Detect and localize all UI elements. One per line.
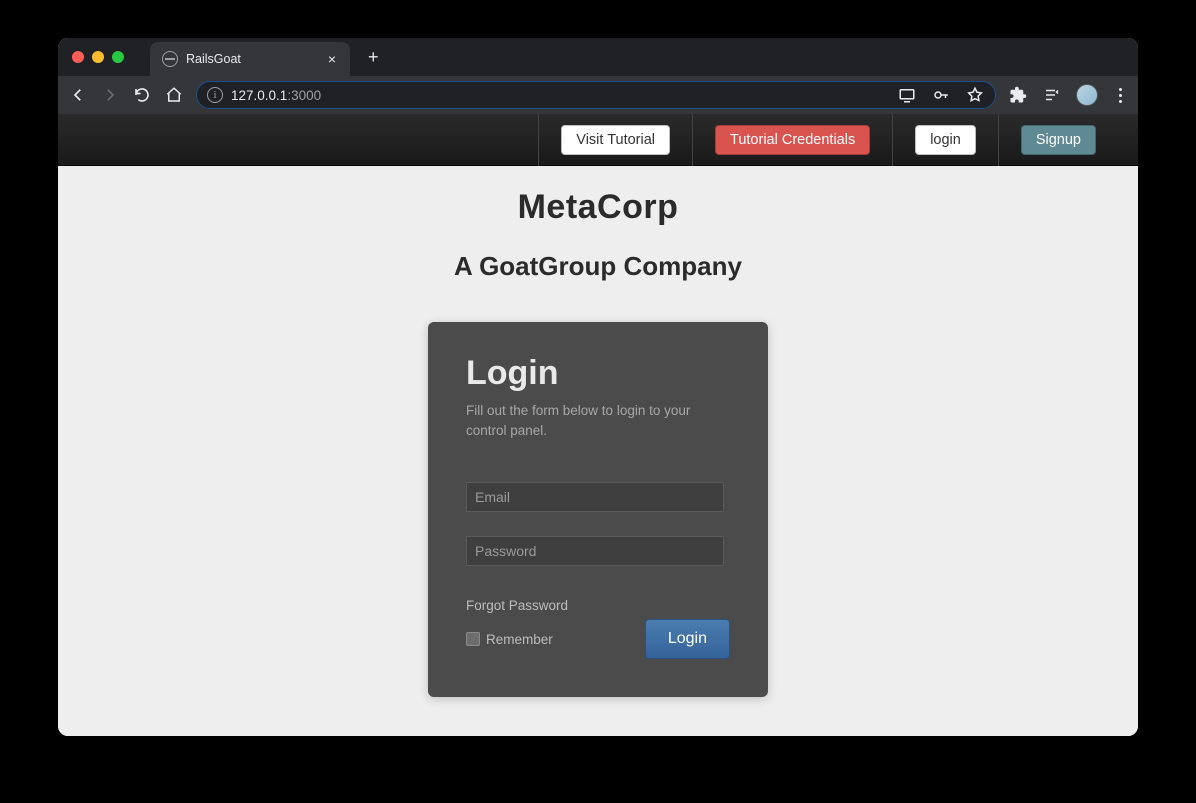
- remember-text: Remember: [486, 632, 553, 647]
- page-viewport: Visit Tutorial Tutorial Credentials logi…: [58, 114, 1138, 736]
- home-button[interactable]: [164, 85, 184, 105]
- login-heading: Login: [466, 354, 730, 393]
- remember-label[interactable]: Remember: [466, 632, 553, 647]
- signup-nav-button[interactable]: Signup: [1021, 125, 1096, 155]
- profile-avatar[interactable]: [1076, 84, 1098, 106]
- site-nav: Visit Tutorial Tutorial Credentials logi…: [58, 114, 1138, 166]
- extensions-icon[interactable]: [1008, 85, 1028, 105]
- company-title: MetaCorp: [58, 188, 1138, 227]
- nav-slot: login: [892, 114, 998, 166]
- close-icon[interactable]: ×: [326, 51, 338, 67]
- window-maximize-icon[interactable]: [112, 51, 124, 63]
- hero: MetaCorp A GoatGroup Company: [58, 166, 1138, 282]
- tab-title: RailsGoat: [186, 52, 241, 66]
- address-bar[interactable]: i 127.0.0.1:3000: [196, 81, 996, 109]
- back-button[interactable]: [68, 85, 88, 105]
- company-subtitle: A GoatGroup Company: [58, 251, 1138, 282]
- nav-slot: Signup: [998, 114, 1118, 166]
- device-cast-icon[interactable]: [897, 85, 917, 105]
- bookmark-star-icon[interactable]: [965, 85, 985, 105]
- visit-tutorial-button[interactable]: Visit Tutorial: [561, 125, 670, 155]
- window-minimize-icon[interactable]: [92, 51, 104, 63]
- tutorial-credentials-button[interactable]: Tutorial Credentials: [715, 125, 870, 155]
- forward-button[interactable]: [100, 85, 120, 105]
- login-card: Login Fill out the form below to login t…: [428, 322, 768, 697]
- reload-button[interactable]: [132, 85, 152, 105]
- new-tab-button[interactable]: +: [358, 47, 389, 68]
- remember-checkbox[interactable]: [466, 632, 480, 646]
- forgot-password-link[interactable]: Forgot Password: [466, 598, 730, 613]
- url-host: 127.0.0.1: [231, 88, 287, 103]
- login-bottom-row: Remember Login: [466, 619, 730, 659]
- url-text: 127.0.0.1:3000: [231, 88, 321, 103]
- site-info-icon[interactable]: i: [207, 87, 223, 103]
- login-submit-button[interactable]: Login: [645, 619, 730, 659]
- globe-icon: [162, 51, 178, 67]
- browser-window: RailsGoat × + i 127.0.0.1:3000: [58, 38, 1138, 736]
- browser-toolbar: i 127.0.0.1:3000: [58, 76, 1138, 114]
- login-nav-button[interactable]: login: [915, 125, 976, 155]
- password-field[interactable]: [466, 536, 724, 566]
- browser-menu-button[interactable]: [1112, 88, 1128, 103]
- nav-slot: Visit Tutorial: [538, 114, 692, 166]
- window-close-icon[interactable]: [72, 51, 84, 63]
- url-port: :3000: [287, 88, 321, 103]
- password-key-icon[interactable]: [931, 85, 951, 105]
- tab-strip: RailsGoat × +: [58, 38, 1138, 76]
- email-field[interactable]: [466, 482, 724, 512]
- browser-tab[interactable]: RailsGoat ×: [150, 42, 350, 76]
- login-hint: Fill out the form below to login to your…: [466, 401, 730, 440]
- reading-list-icon[interactable]: [1042, 85, 1062, 105]
- nav-slot: Tutorial Credentials: [692, 114, 892, 166]
